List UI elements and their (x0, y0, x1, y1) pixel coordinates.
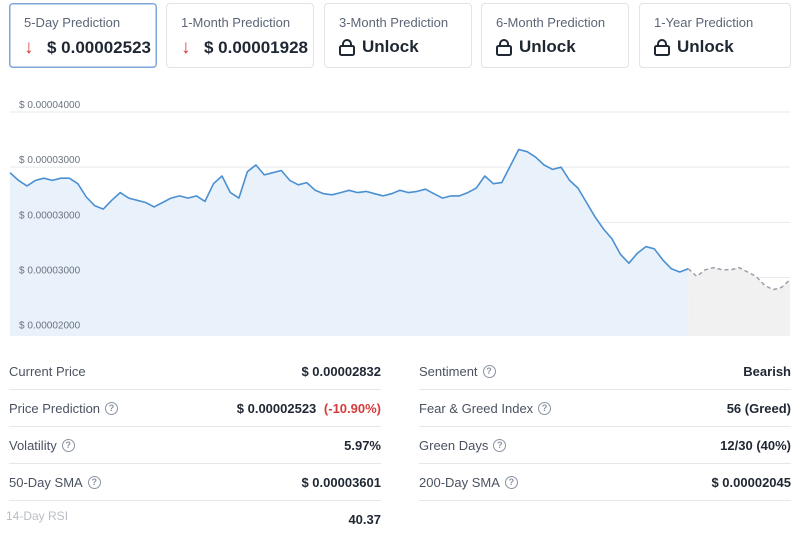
y-tick-label: $ 0.00003000 (19, 155, 81, 166)
stat-label: Fear & Greed Index (419, 400, 534, 416)
stat-row-green-days: Green Days? 12/30 (40%) (419, 427, 791, 464)
help-icon[interactable]: ? (504, 475, 518, 489)
history-area (10, 149, 689, 336)
stat-label: Volatility (9, 437, 57, 453)
stat-label: Green Days (419, 437, 489, 453)
stat-label: 50-Day SMA (9, 474, 83, 490)
stat-label: 200-Day SMA (419, 474, 500, 490)
arrow-down-icon: ↓ (24, 37, 34, 58)
tab-value: $ 0.00001928 (204, 38, 308, 57)
y-tick-label: $ 0.00002000 (19, 321, 81, 332)
stats-left-column: Current Price $ 0.00002832 Price Predict… (9, 353, 381, 533)
prediction-tabs: 5-Day Prediction ↓ $ 0.00002523 1-Month P… (9, 3, 791, 69)
unlock-label: Unlock (677, 37, 734, 56)
stat-value: $ 0.00002523 (236, 400, 317, 416)
stat-row-current-price: Current Price $ 0.00002832 (9, 353, 381, 390)
stat-value: 56 (Greed) (726, 400, 791, 416)
stat-value: $ 0.00002832 (301, 363, 381, 379)
tab-1-year-prediction[interactable]: 1-Year Prediction Unlock (639, 3, 791, 68)
lock-icon (496, 38, 512, 56)
stat-row-fear-greed-index: Fear & Greed Index? 56 (Greed) (419, 390, 791, 427)
stat-value: 12/30 (40%) (720, 437, 791, 453)
help-icon[interactable]: ? (61, 438, 75, 452)
help-icon[interactable]: ? (538, 401, 552, 415)
stat-row-volatility: Volatility? 5.97% (9, 427, 381, 464)
stat-row-50-day-sma: 50-Day SMA? $ 0.00003601 (9, 464, 381, 501)
stat-label: Sentiment (419, 363, 478, 379)
tab-6-month-prediction[interactable]: 6-Month Prediction Unlock (481, 3, 629, 68)
unlock-label: Unlock (362, 37, 419, 56)
y-tick-label: $ 0.00003000 (19, 210, 81, 221)
y-tick-label: $ 0.00004000 (19, 100, 81, 111)
lock-icon (339, 38, 355, 56)
tab-5-day-prediction[interactable]: 5-Day Prediction ↓ $ 0.00002523 (9, 3, 157, 68)
tab-3-month-prediction[interactable]: 3-Month Prediction Unlock (324, 3, 472, 68)
help-icon[interactable]: ? (87, 475, 101, 489)
help-icon[interactable]: ? (482, 364, 496, 378)
arrow-down-icon: ↓ (181, 37, 191, 58)
y-tick-label: $ 0.00003000 (19, 266, 81, 277)
stat-row-sentiment: Sentiment? Bearish (419, 353, 791, 390)
stat-label: Price Prediction (9, 400, 101, 416)
help-icon[interactable]: ? (105, 401, 119, 415)
stat-value: $ 0.00003601 (301, 474, 381, 490)
tab-1-month-prediction[interactable]: 1-Month Prediction ↓ $ 0.00001928 (166, 3, 314, 68)
stat-label: Current Price (9, 363, 86, 379)
tab-label: 6-Month Prediction (496, 15, 606, 30)
chart-svg: $ 0.00004000 $ 0.00003000 $ 0.00003000 $ 0.… (9, 100, 791, 336)
stat-change: (-10.90%) (323, 400, 381, 416)
stat-value: 40.37 (348, 512, 381, 527)
stat-value: $ 0.00002045 (711, 474, 791, 490)
tab-label: 1-Year Prediction (654, 15, 754, 30)
help-icon[interactable]: ? (493, 438, 507, 452)
tab-label: 1-Month Prediction (181, 15, 291, 30)
watermark-text: 14-Day RSI (6, 509, 69, 523)
unlock-label: Unlock (519, 37, 576, 56)
stat-row-price-prediction: Price Prediction? $ 0.00002523 (-10.90%) (9, 390, 381, 427)
lock-icon (654, 38, 670, 56)
stat-value: 5.97% (344, 437, 381, 453)
stats-right-column: Sentiment? Bearish Fear & Greed Index? 5… (419, 353, 791, 501)
tab-label: 5-Day Prediction (24, 15, 121, 30)
tab-label: 3-Month Prediction (339, 15, 449, 30)
stat-value: Bearish (743, 363, 791, 379)
price-prediction-chart: $ 0.00004000 $ 0.00003000 $ 0.00003000 $ 0.… (0, 96, 800, 342)
stat-row-200-day-sma: 200-Day SMA? $ 0.00002045 (419, 464, 791, 501)
tab-value: $ 0.00002523 (47, 38, 151, 57)
